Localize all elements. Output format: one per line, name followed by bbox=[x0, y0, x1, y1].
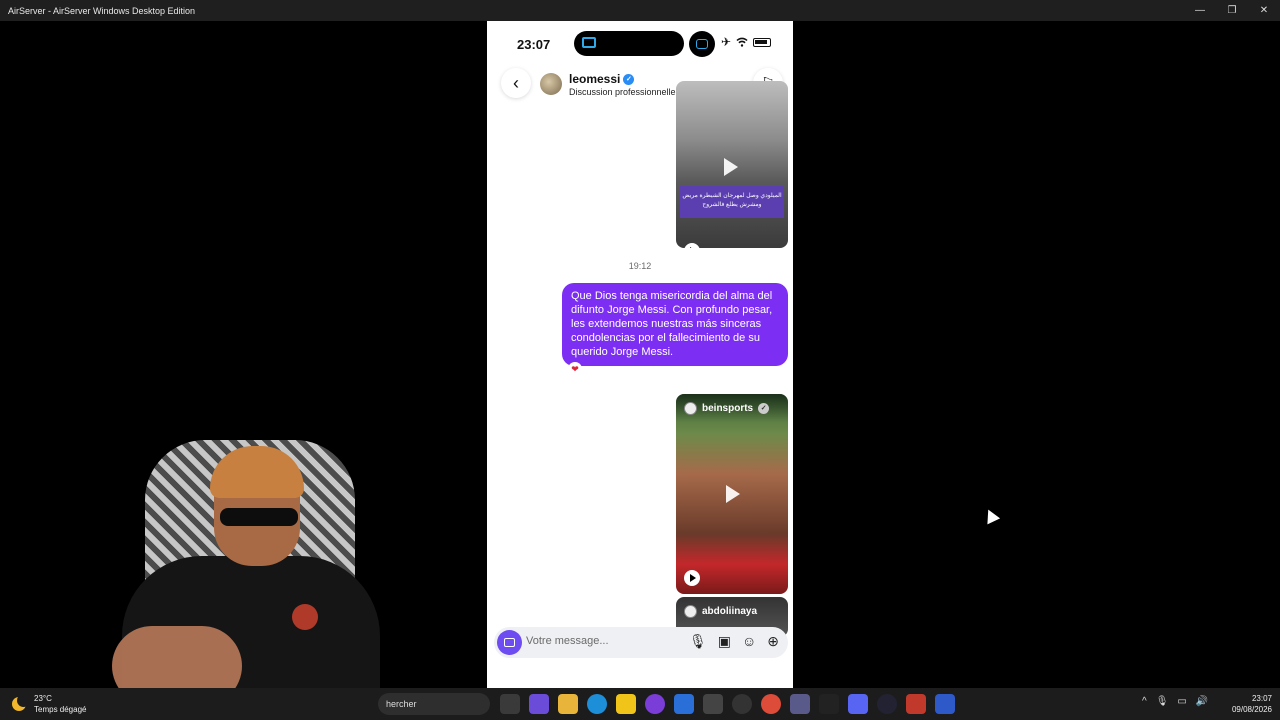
clock-date: 09/08/2026 bbox=[1231, 705, 1272, 714]
weather-text: 23°C Temps dégagé bbox=[34, 693, 86, 715]
reel-header: beinsports ✓ bbox=[676, 394, 788, 422]
sticker-icon[interactable]: ☺ bbox=[742, 633, 756, 650]
tray-overflow-icon[interactable]: ^ bbox=[1142, 696, 1147, 707]
reel-header: abdoliinaya bbox=[676, 597, 788, 625]
messenger-icon[interactable] bbox=[645, 694, 665, 714]
screen-mirroring-icon bbox=[582, 37, 596, 48]
message-input[interactable]: Votre message... bbox=[526, 635, 609, 647]
gamepad-icon[interactable] bbox=[790, 694, 810, 714]
app-icon[interactable] bbox=[935, 694, 955, 714]
gallery-icon[interactable]: ▣ bbox=[718, 633, 731, 650]
status-bar: 23:07 ✈ bbox=[487, 21, 793, 67]
volume-icon[interactable]: 🔊 bbox=[1196, 696, 1208, 707]
reels-icon bbox=[684, 570, 700, 586]
weather-widget[interactable]: 23°C Temps dégagé bbox=[12, 693, 86, 715]
window-controls: — ❐ ✕ bbox=[1184, 0, 1280, 21]
jersey-crest bbox=[292, 604, 318, 630]
chrome-icon[interactable] bbox=[761, 694, 781, 714]
heart-reaction-icon[interactable]: ❤ bbox=[568, 362, 582, 376]
airplane-icon: ✈ bbox=[721, 35, 732, 49]
status-time: 23:07 bbox=[517, 37, 551, 52]
microphone-icon[interactable]: 🎙 bbox=[1156, 696, 1169, 707]
mouse-cursor-icon bbox=[981, 506, 1001, 525]
app-icon[interactable] bbox=[877, 694, 897, 714]
reel-account: beinsports bbox=[702, 402, 754, 414]
network-icon[interactable]: ▭ bbox=[1177, 696, 1186, 707]
phone-screen: 23:07 ✈ ‹ leomessi ✓ Discussion professi… bbox=[487, 21, 793, 688]
reel-banner-text: الميلودي وصل لمهرجان الشيطرة مريض ومشرش … bbox=[680, 186, 784, 218]
taskbar-search[interactable]: hercher bbox=[378, 693, 490, 715]
copilot-icon[interactable] bbox=[529, 694, 549, 714]
app-icon[interactable] bbox=[906, 694, 926, 714]
play-icon bbox=[726, 485, 740, 503]
shared-reel-2[interactable]: beinsports ✓ bbox=[676, 394, 788, 594]
reel-account: abdoliinaya bbox=[702, 605, 758, 617]
clock-time: 23:07 bbox=[1251, 694, 1272, 703]
status-icons: ✈ bbox=[721, 35, 772, 49]
chat-username[interactable]: leomessi ✓ bbox=[569, 72, 635, 86]
add-icon[interactable]: ⊕ bbox=[767, 633, 779, 650]
message-timestamp: 19:12 bbox=[628, 261, 652, 271]
back-button[interactable]: ‹ bbox=[501, 68, 531, 98]
mail-icon[interactable] bbox=[674, 694, 694, 714]
account-avatar bbox=[684, 401, 697, 415]
mirroring-indicator bbox=[689, 31, 715, 57]
maximize-button[interactable]: ❐ bbox=[1216, 0, 1248, 21]
chat-subtitle: Discussion professionnelle bbox=[569, 87, 676, 97]
taskbar-clock[interactable]: 23:07 09/08/2026 bbox=[1222, 693, 1272, 715]
settings-icon[interactable] bbox=[732, 694, 752, 714]
shared-reel-1[interactable]: الميلودي وصل لمهرجان الشيطرة مريض ومشرش … bbox=[676, 81, 788, 248]
webcam-overlay bbox=[112, 436, 380, 720]
edge-icon[interactable] bbox=[587, 694, 607, 714]
windows-taskbar: 23°C Temps dégagé hercher ^ 🎙 ▭ 🔊 23:07 … bbox=[0, 688, 1280, 720]
discord-icon[interactable] bbox=[848, 694, 868, 714]
airserver-icon[interactable] bbox=[703, 694, 723, 714]
weather-temp: 23°C bbox=[34, 694, 52, 703]
store-icon[interactable] bbox=[616, 694, 636, 714]
taskbar-apps bbox=[500, 694, 955, 714]
close-button[interactable]: ✕ bbox=[1248, 0, 1280, 21]
camera-button[interactable] bbox=[497, 630, 522, 655]
avatar[interactable] bbox=[540, 73, 562, 95]
app-icon[interactable] bbox=[819, 694, 839, 714]
window-title: AirServer - AirServer Windows Desktop Ed… bbox=[8, 5, 196, 16]
reels-icon bbox=[684, 243, 700, 248]
message-composer: Votre message... 🎙 ▣ ☺ ⊕ bbox=[494, 627, 788, 658]
system-tray: ^ 🎙 ▭ 🔊 bbox=[1142, 696, 1208, 707]
microphone-icon[interactable]: 🎙 bbox=[689, 633, 707, 650]
verified-badge-icon: ✓ bbox=[623, 73, 635, 85]
weather-desc: Temps dégagé bbox=[34, 705, 87, 714]
composer-actions: 🎙 ▣ ☺ ⊕ bbox=[689, 633, 779, 650]
account-avatar bbox=[684, 604, 697, 618]
username-text: leomessi bbox=[569, 72, 621, 86]
camera-icon bbox=[504, 638, 515, 647]
window-titlebar: AirServer - AirServer Windows Desktop Ed… bbox=[0, 0, 1280, 21]
verified-badge-icon: ✓ bbox=[758, 402, 770, 414]
sunglasses bbox=[220, 508, 298, 526]
sent-message-bubble[interactable]: Que Dios tenga misericordia del alma del… bbox=[562, 283, 788, 366]
dynamic-island bbox=[574, 31, 684, 56]
play-icon bbox=[724, 158, 738, 176]
copy-icon bbox=[696, 39, 708, 49]
task-view-icon[interactable] bbox=[500, 694, 520, 714]
moon-icon bbox=[12, 694, 30, 711]
wifi-icon bbox=[736, 37, 748, 47]
minimize-button[interactable]: — bbox=[1184, 0, 1216, 21]
battery-icon bbox=[753, 37, 772, 47]
file-explorer-icon[interactable] bbox=[558, 694, 578, 714]
